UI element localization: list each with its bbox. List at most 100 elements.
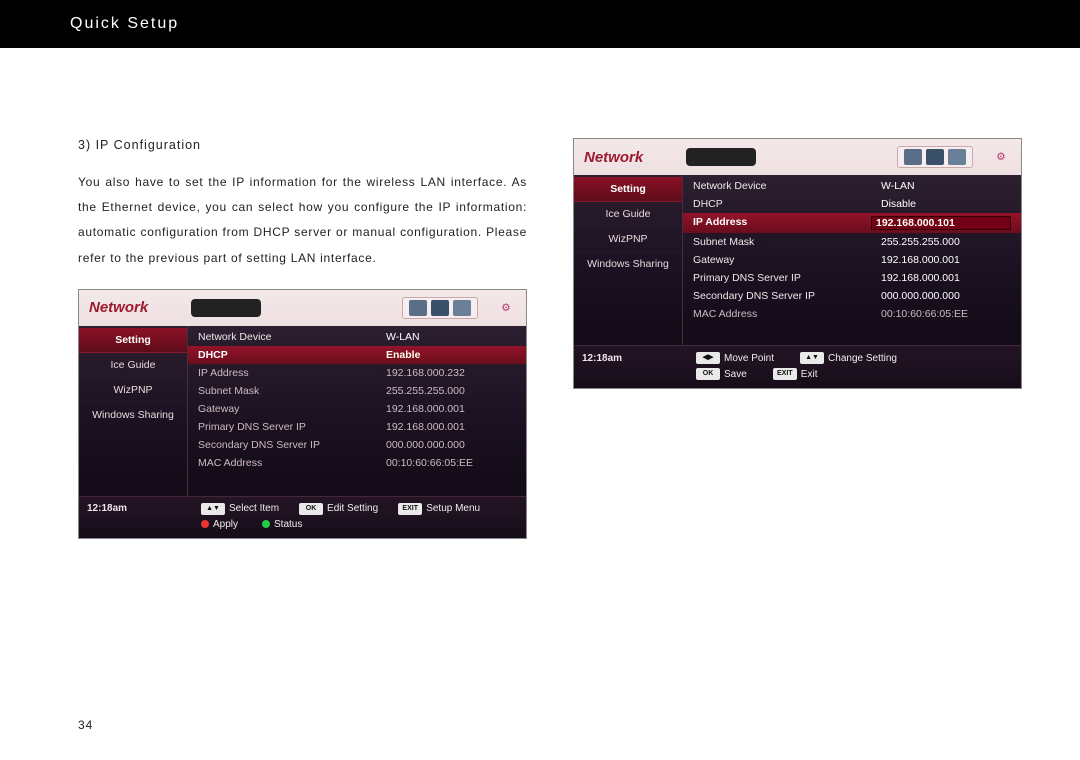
toolbar-icons <box>897 146 973 168</box>
setting-row[interactable]: MAC Address00:10:60:66:05:EE <box>683 305 1021 323</box>
page-title: Quick Setup <box>70 15 179 33</box>
setting-row[interactable]: DHCPDisable <box>683 195 1021 213</box>
setting-key: DHCP <box>198 349 386 361</box>
screen-title: Network <box>584 149 674 166</box>
setting-value: 00:10:60:66:05:EE <box>386 457 516 469</box>
device-image <box>686 148 756 166</box>
setting-value: W-LAN <box>386 331 516 343</box>
toolbar-icons <box>402 297 478 319</box>
legend-label: Change Setting <box>828 353 897 364</box>
sidebar-item-wizpnp[interactable]: WizPNP <box>574 227 682 252</box>
search-icon <box>948 149 966 165</box>
setting-key: IP Address <box>693 216 871 230</box>
setting-row[interactable]: Subnet Mask255.255.255.000 <box>683 233 1021 251</box>
sidebar-item-ice-guide[interactable]: Ice Guide <box>574 202 682 227</box>
setting-value: 255.255.255.000 <box>386 385 516 397</box>
setting-value: Enable <box>386 349 516 361</box>
setting-value: 192.168.000.232 <box>386 367 516 379</box>
legend-item: Status <box>258 519 306 530</box>
setting-key: Secondary DNS Server IP <box>693 290 881 302</box>
search-icon <box>453 300 471 316</box>
setting-row[interactable]: IP Address192.168.000.232 <box>188 364 526 382</box>
setting-row[interactable]: Network DeviceW-LAN <box>188 328 526 346</box>
sidebar-item-ice-guide[interactable]: Ice Guide <box>79 353 187 378</box>
legend-item: ▲▼ Change Setting <box>796 352 901 364</box>
setting-value: 000.000.000.000 <box>386 439 516 451</box>
legend-label: Select Item <box>229 503 279 514</box>
setting-row[interactable]: IP Address192.168.000.101 <box>683 213 1021 233</box>
legend-label: Exit <box>801 369 818 380</box>
network-icon <box>431 300 449 316</box>
green-dot-icon <box>262 520 270 528</box>
legend-label: Save <box>724 369 747 380</box>
setting-key: Subnet Mask <box>198 385 386 397</box>
legend-label: Status <box>274 519 302 530</box>
legend-item: ▲▼ Select Item <box>197 503 283 515</box>
sidebar-item-setting[interactable]: Setting <box>79 328 187 353</box>
legend-item: ◀▶ Move Point <box>692 352 778 364</box>
device-image <box>191 299 261 317</box>
setting-value: 00:10:60:66:05:EE <box>881 308 1011 320</box>
setting-value: 192.168.000.001 <box>386 403 516 415</box>
setting-value: 000.000.000.000 <box>881 290 1011 302</box>
sidebar-item-setting[interactable]: Setting <box>574 177 682 202</box>
setting-key: Gateway <box>198 403 386 415</box>
setting-key: Subnet Mask <box>693 236 881 248</box>
button-hint-icon: ▲▼ <box>201 503 225 515</box>
setting-value: 192.168.000.001 <box>881 254 1011 266</box>
clock: 12:18am <box>87 503 189 514</box>
button-hint-icon: ◀▶ <box>696 352 720 364</box>
setting-value: 192.168.000.101 <box>871 216 1011 230</box>
sidebar-item-windows-sharing[interactable]: Windows Sharing <box>79 403 187 428</box>
red-dot-icon <box>201 520 209 528</box>
gear-icon: ⚙ <box>991 147 1011 167</box>
setting-key: IP Address <box>198 367 386 379</box>
setting-value: 192.168.000.001 <box>881 272 1011 284</box>
setting-row[interactable]: DHCPEnable <box>188 346 526 364</box>
setting-row[interactable]: MAC Address00:10:60:66:05:EE <box>188 454 526 472</box>
setting-row[interactable]: Secondary DNS Server IP000.000.000.000 <box>683 287 1021 305</box>
setting-key: Network Device <box>198 331 386 343</box>
legend-label: Move Point <box>724 353 774 364</box>
legend-item: EXITSetup Menu <box>394 503 484 515</box>
sidebar-item-windows-sharing[interactable]: Windows Sharing <box>574 252 682 277</box>
monitor-icon <box>409 300 427 316</box>
setting-row[interactable]: Primary DNS Server IP192.168.000.001 <box>683 269 1021 287</box>
setting-key: Gateway <box>693 254 881 266</box>
legend-item: Apply <box>197 519 242 530</box>
legend-label: Apply <box>213 519 238 530</box>
clock: 12:18am <box>582 353 684 364</box>
setting-key: MAC Address <box>693 308 881 320</box>
setting-row[interactable]: Gateway192.168.000.001 <box>683 251 1021 269</box>
setting-row[interactable]: Primary DNS Server IP192.168.000.001 <box>188 418 526 436</box>
legend-item: EXIT Exit <box>769 368 822 380</box>
setting-value: W-LAN <box>881 180 1011 192</box>
screenshot-ip-edit: Network ⚙ SettingIce GuideWizPNPWindows … <box>573 138 1022 389</box>
button-hint-icon: OK <box>696 368 720 380</box>
button-hint-icon: OK <box>299 503 323 515</box>
network-icon <box>926 149 944 165</box>
body-paragraph: You also have to set the IP information … <box>78 170 527 271</box>
section-heading: 3) IP Configuration <box>78 138 527 152</box>
setting-key: Secondary DNS Server IP <box>198 439 386 451</box>
screen-title: Network <box>89 299 179 316</box>
setting-value: 255.255.255.000 <box>881 236 1011 248</box>
setting-key: Primary DNS Server IP <box>693 272 881 284</box>
gear-icon: ⚙ <box>496 298 516 318</box>
setting-key: Primary DNS Server IP <box>198 421 386 433</box>
button-hint-icon: ▲▼ <box>800 352 824 364</box>
legend-label: Edit Setting <box>327 503 378 514</box>
setting-key: Network Device <box>693 180 881 192</box>
setting-row[interactable]: Network DeviceW-LAN <box>683 177 1021 195</box>
setting-row[interactable]: Secondary DNS Server IP000.000.000.000 <box>188 436 526 454</box>
button-hint-icon: EXIT <box>773 368 797 380</box>
sidebar-item-wizpnp[interactable]: WizPNP <box>79 378 187 403</box>
setting-row[interactable]: Gateway192.168.000.001 <box>188 400 526 418</box>
screenshot-dhcp-enable: Network ⚙ SettingIce GuideWizPNPWindows … <box>78 289 527 539</box>
setting-value: Disable <box>881 198 1011 210</box>
setting-value: 192.168.000.001 <box>386 421 516 433</box>
setting-key: DHCP <box>693 198 881 210</box>
setting-row[interactable]: Subnet Mask255.255.255.000 <box>188 382 526 400</box>
button-hint-icon: EXIT <box>398 503 422 515</box>
legend-item: OK Save <box>692 368 751 380</box>
